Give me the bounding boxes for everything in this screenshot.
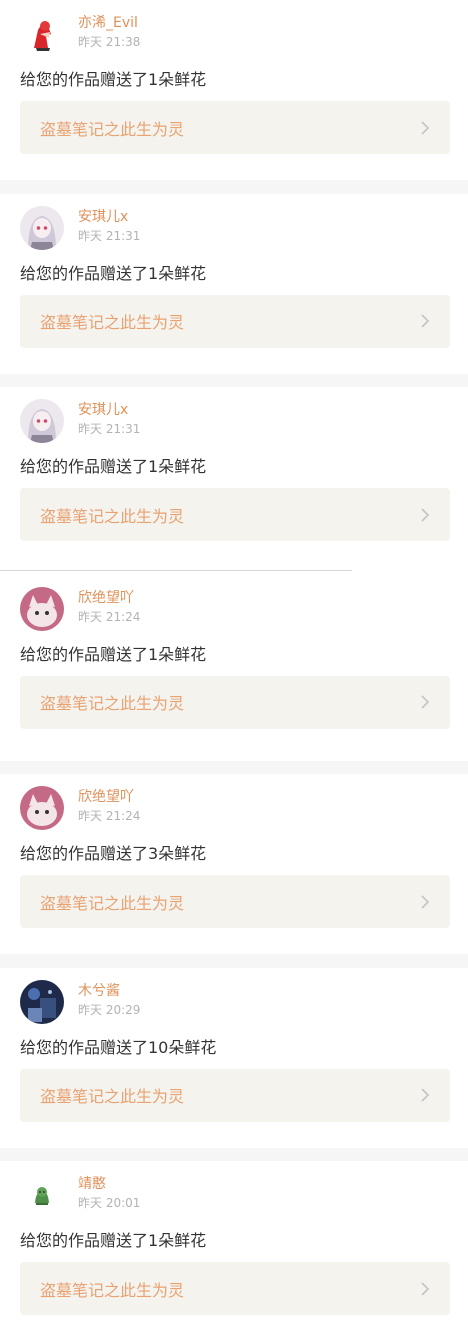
username[interactable]: 木兮酱 [78,980,120,1000]
username[interactable]: 安琪儿x [78,399,128,419]
gift-notification-card: 木兮酱 昨天 20:29 给您的作品赠送了10朵鲜花 盗墓笔记之此生为灵 [0,967,468,1148]
timestamp: 昨天 21:24 [78,809,141,823]
chevron-right-icon [421,314,430,328]
night-photo-avatar-icon [20,979,64,1024]
work-title: 盗墓笔记之此生为灵 [40,1280,185,1300]
work-link-card[interactable]: 盗墓笔记之此生为灵 [20,875,450,928]
cat-avatar-icon [20,786,64,830]
timestamp: 昨天 21:38 [78,35,141,49]
user-avatar[interactable] [20,12,64,56]
gift-notification-card: 欣绝望吖 昨天 21:24 给您的作品赠送了3朵鲜花 盗墓笔记之此生为灵 [0,774,468,954]
chevron-right-icon [421,894,430,909]
gift-message: 给您的作品赠送了3朵鲜花 [20,844,207,863]
work-link-card[interactable]: 盗墓笔记之此生为灵 [20,488,450,541]
chevron-right-icon [421,1088,430,1102]
gift-notification-card: 亦浠_Evil 昨天 21:38 给您的作品赠送了1朵鲜花 盗墓笔记之此生为灵 [0,0,468,180]
username[interactable]: 欣绝望吖 [78,786,134,806]
chevron-right-icon [421,695,430,709]
user-avatar[interactable] [20,399,64,443]
chevron-right-icon [421,1281,430,1296]
gift-notification-card: 安琪儿x 昨天 21:31 给您的作品赠送了1朵鲜花 盗墓笔记之此生为灵 [0,387,468,567]
gift-notification-card: 安琪儿x 昨天 21:31 给您的作品赠送了1朵鲜花 盗墓笔记之此生为灵 [0,193,468,374]
red-cartoon-avatar-icon [34,21,51,51]
gift-message: 给您的作品赠送了1朵鲜花 [20,1231,207,1250]
user-avatar[interactable] [20,979,64,1024]
timestamp: 昨天 21:31 [78,422,141,436]
user-avatar[interactable] [20,1173,64,1217]
gift-message: 给您的作品赠送了1朵鲜花 [20,263,207,283]
card-separator [0,180,468,194]
work-title: 盗墓笔记之此生为灵 [40,119,185,139]
work-title: 盗墓笔记之此生为灵 [40,506,185,526]
work-link-card[interactable]: 盗墓笔记之此生为灵 [20,101,450,154]
user-avatar[interactable] [20,786,64,830]
work-title: 盗墓笔记之此生为灵 [40,313,185,332]
anime-girl-avatar-icon [20,399,64,443]
card-separator [0,373,468,387]
work-title: 盗墓笔记之此生为灵 [40,694,185,713]
work-link-card[interactable]: 盗墓笔记之此生为灵 [20,1068,450,1122]
card-separator [0,954,468,968]
chevron-right-icon [421,120,430,135]
timestamp: 昨天 20:01 [78,1196,141,1210]
timestamp: 昨天 21:31 [78,228,141,243]
gift-message: 给您的作品赠送了1朵鲜花 [20,457,207,476]
gift-notification-card: 靖憨 昨天 20:01 给您的作品赠送了1朵鲜花 盗墓笔记之此生为灵 [0,1161,468,1341]
green-figure-avatar-icon [35,1187,49,1205]
work-link-card[interactable]: 盗墓笔记之此生为灵 [20,294,450,348]
username[interactable]: 靖憨 [78,1173,106,1193]
card-separator [0,760,468,774]
username[interactable]: 安琪儿x [78,206,128,226]
card-separator [0,567,468,581]
work-title: 盗墓笔记之此生为灵 [40,893,185,913]
user-avatar[interactable] [20,205,64,250]
cat-avatar-icon [20,586,64,631]
work-link-card[interactable]: 盗墓笔记之此生为灵 [20,1262,450,1315]
work-title: 盗墓笔记之此生为灵 [40,1087,185,1106]
username[interactable]: 亦浠_Evil [78,12,138,32]
card-separator [0,1147,468,1161]
username[interactable]: 欣绝望吖 [78,587,134,607]
timestamp: 昨天 21:24 [78,609,141,624]
chevron-right-icon [421,507,430,522]
gift-message: 给您的作品赠送了1朵鲜花 [20,70,207,89]
gift-notification-card: 欣绝望吖 昨天 21:24 给您的作品赠送了1朵鲜花 盗墓笔记之此生为灵 [0,580,468,761]
timestamp: 昨天 20:29 [78,1002,141,1017]
work-link-card[interactable]: 盗墓笔记之此生为灵 [20,675,450,729]
gift-message: 给您的作品赠送了10朵鲜花 [20,1037,217,1057]
user-avatar[interactable] [20,586,64,631]
gift-notification-feed: 亦浠_Evil 昨天 21:38 给您的作品赠送了1朵鲜花 盗墓笔记之此生为灵 … [0,0,468,1341]
gift-message: 给您的作品赠送了1朵鲜花 [20,644,207,664]
anime-girl-avatar-icon [20,205,64,250]
